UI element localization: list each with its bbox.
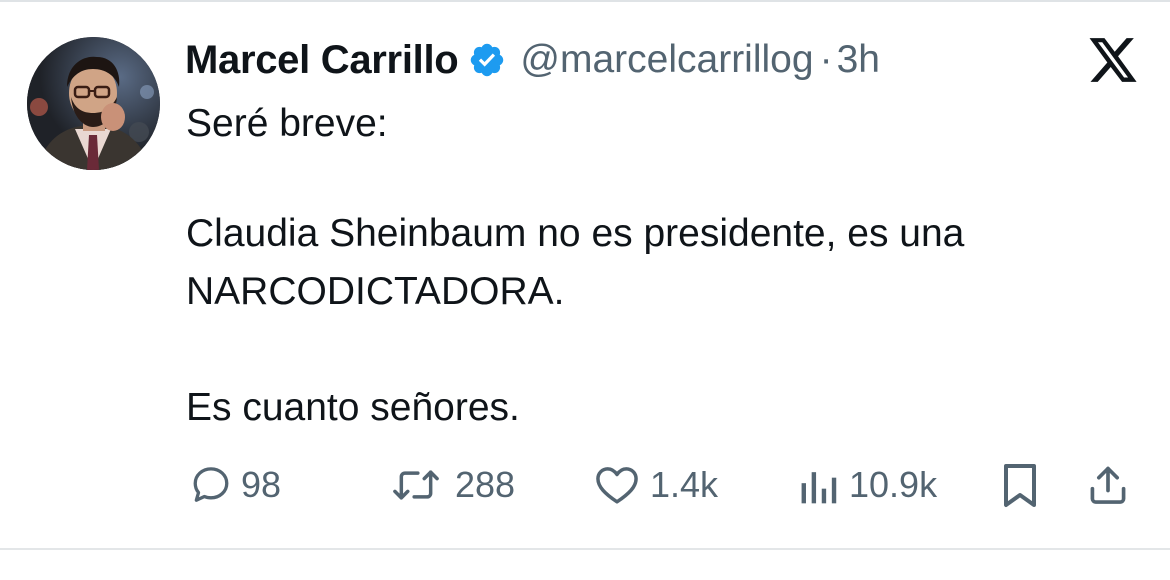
author-display-name[interactable]: Marcel Carrillo bbox=[185, 38, 459, 83]
views-button[interactable]: 10.9k bbox=[797, 460, 937, 510]
share-button[interactable] bbox=[1086, 460, 1130, 510]
timestamp[interactable]: 3h bbox=[837, 38, 880, 82]
tweet-text-line: Es cuanto señores. bbox=[186, 386, 520, 429]
views-count: 10.9k bbox=[849, 464, 938, 505]
bottom-divider bbox=[0, 548, 1170, 550]
retweet-count: 288 bbox=[455, 464, 516, 505]
verified-badge-icon[interactable] bbox=[468, 41, 506, 79]
like-button[interactable]: 1.4k bbox=[592, 460, 718, 510]
heart-icon bbox=[592, 463, 642, 507]
views-icon bbox=[797, 463, 841, 507]
retweet-icon bbox=[385, 463, 447, 507]
action-bar: 98 288 1.4k 10.9k bbox=[0, 460, 1170, 510]
share-icon bbox=[1086, 463, 1130, 507]
tweet-text-line: NARCODICTADORA. bbox=[186, 270, 565, 313]
retweet-button[interactable]: 288 bbox=[385, 460, 515, 510]
bookmark-button[interactable] bbox=[998, 460, 1042, 510]
reply-icon bbox=[189, 463, 233, 507]
x-logo-icon bbox=[1086, 36, 1140, 84]
top-divider bbox=[0, 0, 1170, 2]
tweet-text-line: Seré breve: bbox=[186, 102, 388, 145]
tweet-text-line: Claudia Sheinbaum no es presidente, es u… bbox=[186, 212, 965, 255]
author-handle[interactable]: @marcelcarrillog bbox=[520, 38, 813, 82]
avatar[interactable] bbox=[27, 37, 160, 170]
tweet-header: Marcel Carrillo @marcelcarrillog · 3h bbox=[185, 30, 880, 90]
bookmark-icon bbox=[998, 461, 1042, 509]
separator-dot: · bbox=[819, 38, 833, 81]
reply-count: 98 bbox=[241, 464, 282, 505]
like-count: 1.4k bbox=[650, 464, 719, 505]
reply-button[interactable]: 98 bbox=[189, 460, 281, 510]
